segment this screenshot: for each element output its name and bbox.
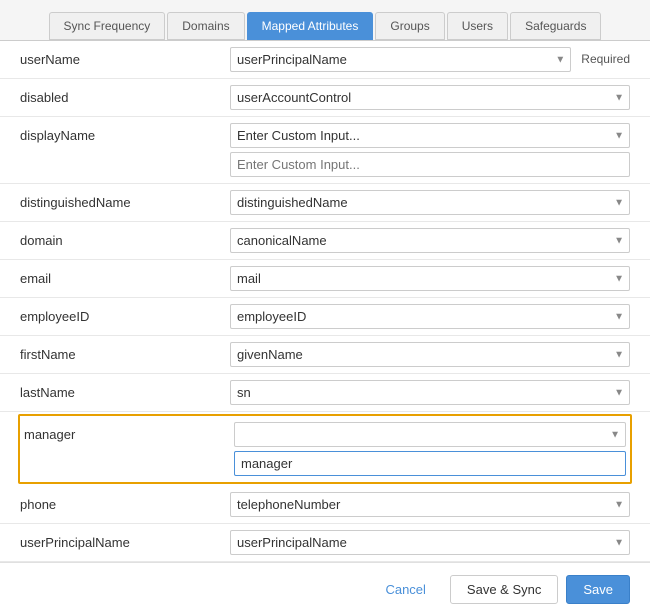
input-wrap-displayName: Enter Custom Input... ▼ bbox=[230, 123, 630, 177]
select-wrap-userPrincipalName: userPrincipalName ▼ bbox=[230, 530, 630, 555]
select-wrap-displayName: Enter Custom Input... ▼ bbox=[230, 123, 630, 148]
row-phone: phone telephoneNumber ▼ bbox=[0, 486, 650, 524]
label-firstName: firstName bbox=[20, 342, 230, 362]
label-employeeID: employeeID bbox=[20, 304, 230, 324]
tab-bar: Sync Frequency Domains Mapped Attributes… bbox=[0, 0, 650, 41]
label-lastName: lastName bbox=[20, 380, 230, 400]
input-wrap-userPrincipalName: userPrincipalName ▼ bbox=[230, 530, 630, 555]
select-wrap-email: mail ▼ bbox=[230, 266, 630, 291]
label-displayName: displayName bbox=[20, 123, 230, 143]
required-badge-userName: Required bbox=[581, 47, 630, 66]
label-email: email bbox=[20, 266, 230, 286]
input-wrap-firstName: givenName ▼ bbox=[230, 342, 630, 367]
label-userPrincipalName: userPrincipalName bbox=[20, 530, 230, 550]
tab-domains[interactable]: Domains bbox=[167, 12, 244, 40]
select-wrap-userName: userPrincipalName ▼ bbox=[230, 47, 571, 72]
input-wrap-phone: telephoneNumber ▼ bbox=[230, 492, 630, 517]
input-wrap-manager: ▼ bbox=[234, 422, 626, 476]
select-displayName[interactable]: Enter Custom Input... bbox=[230, 123, 630, 148]
custom-input-displayName[interactable] bbox=[230, 152, 630, 177]
input-wrap-distinguishedName: distinguishedName ▼ bbox=[230, 190, 630, 215]
label-phone: phone bbox=[20, 492, 230, 512]
save-sync-button[interactable]: Save & Sync bbox=[450, 575, 558, 604]
select-manager[interactable] bbox=[234, 422, 626, 447]
label-manager: manager bbox=[24, 422, 234, 442]
tab-sync-frequency[interactable]: Sync Frequency bbox=[49, 12, 166, 40]
select-wrap-distinguishedName: distinguishedName ▼ bbox=[230, 190, 630, 215]
select-lastName[interactable]: sn bbox=[230, 380, 630, 405]
row-manager: manager ▼ bbox=[18, 414, 632, 484]
save-button[interactable]: Save bbox=[566, 575, 630, 604]
select-wrap-disabled: userAccountControl ▼ bbox=[230, 85, 630, 110]
text-input-manager[interactable] bbox=[234, 451, 626, 476]
row-email: email mail ▼ bbox=[0, 260, 650, 298]
select-userPrincipalName[interactable]: userPrincipalName bbox=[230, 530, 630, 555]
select-distinguishedName[interactable]: distinguishedName bbox=[230, 190, 630, 215]
select-firstName[interactable]: givenName bbox=[230, 342, 630, 367]
select-wrap-manager: ▼ bbox=[234, 422, 626, 447]
row-userPrincipalName: userPrincipalName userPrincipalName ▼ bbox=[0, 524, 650, 562]
select-email[interactable]: mail bbox=[230, 266, 630, 291]
label-domain: domain bbox=[20, 228, 230, 248]
cancel-button[interactable]: Cancel bbox=[369, 575, 441, 604]
input-wrap-disabled: userAccountControl ▼ bbox=[230, 85, 630, 110]
input-wrap-userName: userPrincipalName ▼ bbox=[230, 47, 571, 72]
input-wrap-lastName: sn ▼ bbox=[230, 380, 630, 405]
tab-groups[interactable]: Groups bbox=[375, 12, 444, 40]
select-employeeID[interactable]: employeeID bbox=[230, 304, 630, 329]
row-displayName: displayName Enter Custom Input... ▼ bbox=[0, 117, 650, 184]
tab-safeguards[interactable]: Safeguards bbox=[510, 12, 601, 40]
select-wrap-phone: telephoneNumber ▼ bbox=[230, 492, 630, 517]
label-userName: userName bbox=[20, 47, 230, 67]
select-wrap-employeeID: employeeID ▼ bbox=[230, 304, 630, 329]
tab-users[interactable]: Users bbox=[447, 12, 508, 40]
select-wrap-domain: canonicalName ▼ bbox=[230, 228, 630, 253]
input-wrap-domain: canonicalName ▼ bbox=[230, 228, 630, 253]
row-lastName: lastName sn ▼ bbox=[0, 374, 650, 412]
select-phone[interactable]: telephoneNumber bbox=[230, 492, 630, 517]
select-wrap-firstName: givenName ▼ bbox=[230, 342, 630, 367]
tab-mapped-attributes[interactable]: Mapped Attributes bbox=[247, 12, 374, 40]
row-firstName: firstName givenName ▼ bbox=[0, 336, 650, 374]
row-disabled: disabled userAccountControl ▼ bbox=[0, 79, 650, 117]
select-disabled[interactable]: userAccountControl bbox=[230, 85, 630, 110]
row-employeeID: employeeID employeeID ▼ bbox=[0, 298, 650, 336]
label-distinguishedName: distinguishedName bbox=[20, 190, 230, 210]
select-userName[interactable]: userPrincipalName bbox=[230, 47, 571, 72]
input-wrap-employeeID: employeeID ▼ bbox=[230, 304, 630, 329]
select-wrap-lastName: sn ▼ bbox=[230, 380, 630, 405]
row-userName: userName userPrincipalName ▼ Required bbox=[0, 41, 650, 79]
row-distinguishedName: distinguishedName distinguishedName ▼ bbox=[0, 184, 650, 222]
select-domain[interactable]: canonicalName bbox=[230, 228, 630, 253]
content-area: userName userPrincipalName ▼ Required di… bbox=[0, 41, 650, 562]
label-disabled: disabled bbox=[20, 85, 230, 105]
input-wrap-email: mail ▼ bbox=[230, 266, 630, 291]
row-domain: domain canonicalName ▼ bbox=[0, 222, 650, 260]
